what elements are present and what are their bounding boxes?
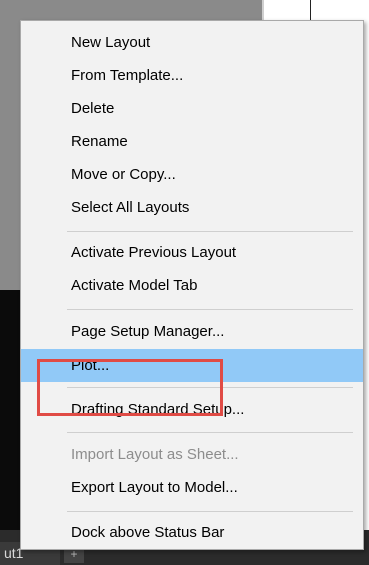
menu-item-import-layout-as-sheet: Import Layout as Sheet... bbox=[71, 446, 239, 463]
menu-item-move-or-copy[interactable]: Move or Copy... bbox=[21, 158, 363, 191]
menu-separator bbox=[67, 309, 353, 310]
menu-item-from-template[interactable]: From Template... bbox=[21, 59, 363, 92]
layout-context-menu: New Layout From Template... Delete Renam… bbox=[20, 20, 364, 550]
menu-separator bbox=[67, 231, 353, 232]
highlight-annotation-box bbox=[37, 359, 223, 416]
menu-item-page-setup-manager[interactable]: Page Setup Manager... bbox=[21, 315, 363, 348]
menu-separator bbox=[67, 432, 353, 433]
menu-item-dock-above-status-bar[interactable]: Dock above Status Bar bbox=[21, 516, 363, 549]
menu-item-activate-model-tab[interactable]: Activate Model Tab bbox=[21, 269, 363, 302]
menu-separator bbox=[67, 511, 353, 512]
menu-item-select-all-layouts[interactable]: Select All Layouts bbox=[21, 191, 363, 224]
menu-item-delete[interactable]: Delete bbox=[21, 92, 363, 125]
menu-item-export-layout-to-model[interactable]: Export Layout to Model... bbox=[21, 471, 363, 504]
menu-item-new-layout[interactable]: New Layout bbox=[21, 26, 363, 59]
canvas-drawing-line bbox=[310, 0, 311, 22]
menu-item-activate-previous-layout[interactable]: Activate Previous Layout bbox=[21, 236, 363, 269]
menu-item-rename[interactable]: Rename bbox=[21, 125, 363, 158]
canvas-divider bbox=[262, 0, 264, 20]
